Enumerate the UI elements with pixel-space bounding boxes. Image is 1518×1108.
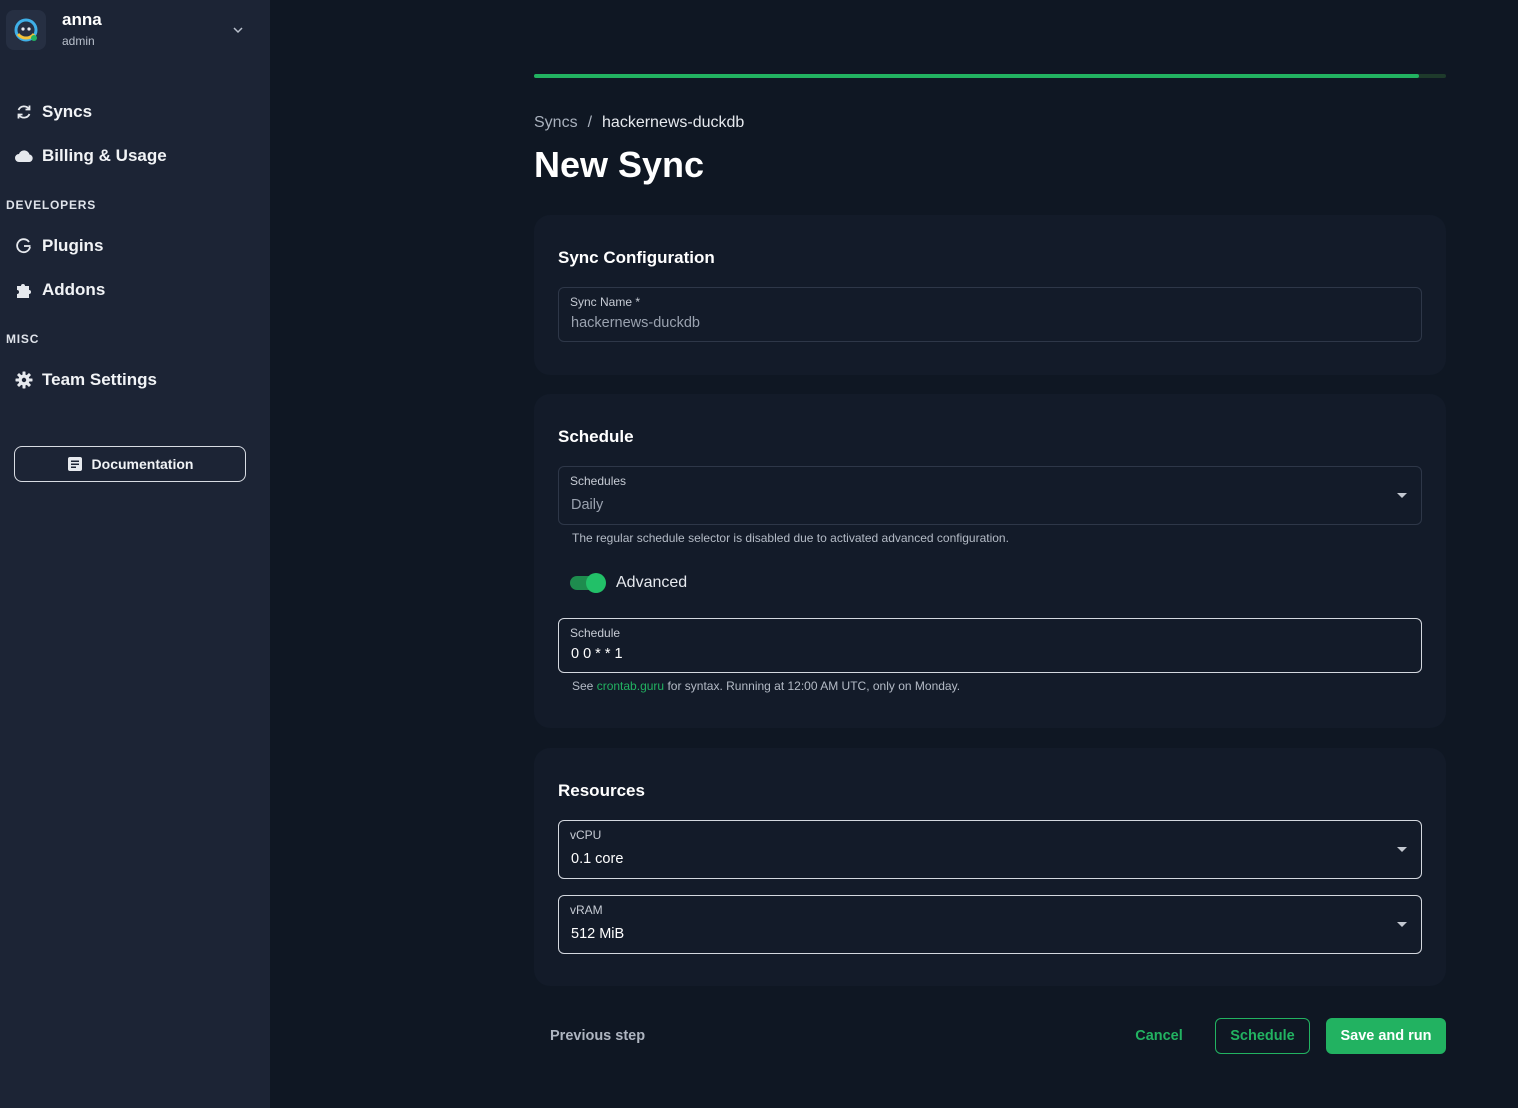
sync-name-input[interactable]: hackernews-duckdb [571, 315, 700, 331]
avatar [6, 10, 46, 50]
sidebar-item-label: Syncs [42, 102, 93, 121]
chevron-down-icon[interactable] [232, 23, 244, 41]
progress-fill [534, 74, 1419, 78]
field-label: vRAM [570, 903, 603, 917]
document-icon [67, 456, 83, 472]
cron-schedule-input[interactable]: 0 0 * * 1 [571, 646, 623, 662]
vcpu-selected-value: 0.1 core [571, 851, 624, 867]
help-prefix: See [572, 679, 594, 693]
dropdown-arrow-icon [1397, 921, 1407, 927]
sidebar-item-label: Addons [42, 280, 106, 299]
card-title: Schedule [558, 427, 634, 446]
field-label: vCPU [570, 828, 602, 842]
card-title: Resources [558, 781, 645, 800]
breadcrumb-syncs-link[interactable]: Syncs [534, 114, 578, 132]
gear-icon [14, 370, 34, 390]
cancel-button[interactable]: Cancel [1124, 1018, 1194, 1054]
field-label: Schedule [570, 626, 621, 640]
user-name: anna [62, 10, 102, 29]
sync-icon [14, 102, 34, 122]
toggle-thumb [586, 573, 606, 593]
sync-name-field[interactable]: Sync Name * hackernews-duckdb [558, 287, 1422, 342]
vcpu-select[interactable]: vCPU 0.1 core [558, 820, 1422, 879]
dropdown-arrow-icon [1397, 846, 1407, 852]
wizard-progress-bar [534, 74, 1446, 78]
previous-step-button[interactable]: Previous step [550, 1018, 645, 1054]
sidebar-item-addons[interactable]: Addons [14, 276, 105, 304]
schedules-selected-value: Daily [571, 497, 604, 513]
help-suffix: for syntax. Running at 12:00 AM UTC, onl… [667, 679, 961, 693]
logo-icon [14, 18, 38, 42]
cron-schedule-field[interactable]: Schedule 0 0 * * 1 [558, 618, 1422, 673]
user-menu[interactable]: anna admin [6, 8, 264, 52]
puzzle-icon [14, 280, 34, 300]
sidebar-item-label: Billing & Usage [42, 146, 167, 165]
advanced-toggle[interactable] [570, 573, 606, 593]
sidebar-item-team-settings[interactable]: Team Settings [14, 366, 157, 394]
save-and-run-button[interactable]: Save and run [1326, 1018, 1446, 1054]
section-developers: DEVELOPERS [6, 198, 97, 212]
documentation-label: Documentation [91, 456, 194, 472]
card-title: Sync Configuration [558, 248, 715, 267]
schedules-select[interactable]: Schedules Daily [558, 466, 1422, 525]
vram-select[interactable]: vRAM 512 MiB [558, 895, 1422, 954]
documentation-button[interactable]: Documentation [14, 446, 246, 482]
sidebar-item-label: Team Settings [42, 370, 157, 389]
breadcrumb-separator: / [587, 114, 593, 131]
advanced-label: Advanced [616, 574, 688, 591]
resources-card: Resources vCPU 0.1 core vRAM 512 MiB [534, 748, 1446, 986]
field-label: Sync Name * [570, 295, 641, 309]
schedule-disabled-note: The regular schedule selector is disable… [572, 531, 1009, 545]
vram-selected-value: 512 MiB [571, 926, 625, 942]
sidebar: anna admin Syncs Billing & Usage DEVELOP… [0, 0, 270, 1108]
sidebar-item-syncs[interactable]: Syncs [14, 98, 92, 126]
user-role: admin [62, 34, 95, 48]
crontab-guru-link[interactable]: crontab.guru [597, 679, 664, 693]
section-misc: MISC [6, 332, 40, 346]
dropdown-arrow-icon [1397, 492, 1407, 498]
cron-help-text: See crontab.guru for syntax. Running at … [572, 679, 960, 693]
sidebar-item-plugins[interactable]: Plugins [14, 232, 103, 260]
field-label: Schedules [570, 474, 627, 488]
breadcrumb-current: hackernews-duckdb [602, 114, 745, 131]
page-title: New Sync [534, 144, 705, 185]
sidebar-item-billing[interactable]: Billing & Usage [14, 142, 167, 170]
cloud-icon [14, 146, 34, 166]
sync-configuration-card: Sync Configuration Sync Name * hackernew… [534, 215, 1446, 375]
breadcrumb: Syncs / hackernews-duckdb [534, 114, 744, 132]
sidebar-item-label: Plugins [42, 236, 104, 255]
schedule-card: Schedule Schedules Daily The regular sch… [534, 394, 1446, 728]
schedule-button[interactable]: Schedule [1215, 1018, 1310, 1054]
plugin-icon [14, 236, 34, 256]
